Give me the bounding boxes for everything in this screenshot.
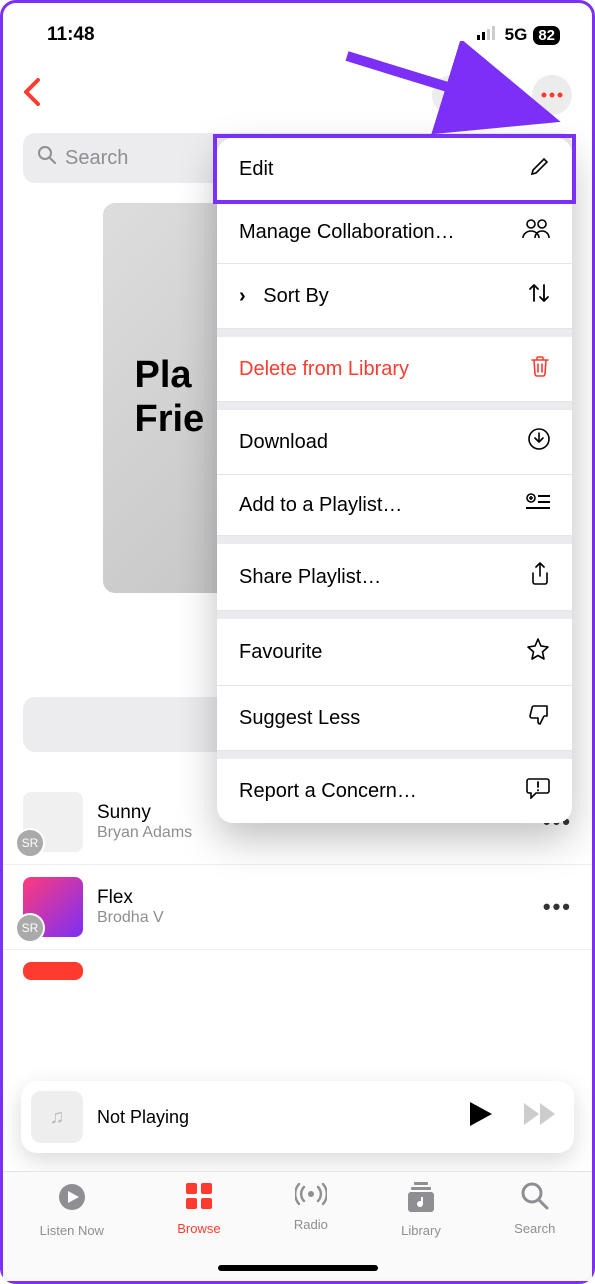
collaborators-button[interactable] (432, 75, 472, 115)
menu-delete-from-library[interactable]: Delete from Library (217, 337, 572, 402)
tab-radio[interactable]: Radio (294, 1182, 328, 1232)
battery-icon: 82 (533, 26, 560, 45)
sort-icon (528, 282, 550, 310)
now-playing-bar[interactable]: ♫ Not Playing (21, 1081, 574, 1153)
tab-listen-now[interactable]: Listen Now (40, 1182, 104, 1238)
tab-browse[interactable]: Browse (177, 1182, 220, 1236)
search-placeholder: Search (65, 147, 128, 170)
context-menu: Edit Manage Collaboration… › Sort By Del… (217, 138, 572, 823)
contributor-avatar: SR (15, 913, 45, 943)
tab-search[interactable]: Search (514, 1182, 555, 1236)
menu-share-playlist[interactable]: Share Playlist… (217, 544, 572, 611)
track-artist: Brodha V (97, 909, 529, 927)
search-icon (521, 1182, 549, 1217)
menu-report-concern[interactable]: Report a Concern… (217, 759, 572, 823)
search-icon (37, 145, 57, 171)
grid-icon (185, 1182, 213, 1217)
menu-manage-collaboration[interactable]: Manage Collaboration… (217, 201, 572, 264)
report-icon (526, 777, 550, 805)
home-indicator[interactable] (218, 1265, 378, 1271)
menu-add-to-playlist[interactable]: Add to a Playlist… (217, 475, 572, 536)
menu-sort-by[interactable]: › Sort By (217, 264, 572, 329)
menu-favourite[interactable]: Favourite (217, 619, 572, 686)
signal-icon (477, 25, 499, 45)
track-row[interactable]: SR Flex Brodha V ••• (3, 865, 592, 950)
pencil-icon (530, 156, 550, 182)
next-icon[interactable] (524, 1103, 556, 1132)
tab-library[interactable]: Library (401, 1182, 441, 1238)
play-icon[interactable] (470, 1102, 492, 1133)
network-label: 5G (505, 25, 528, 45)
menu-edit[interactable]: Edit (217, 138, 572, 201)
contributor-avatar: SR (15, 828, 45, 858)
add-to-list-icon (526, 493, 550, 517)
people-icon (522, 219, 550, 245)
status-bar: 11:48 5G 82 (3, 3, 592, 53)
library-icon (407, 1182, 435, 1219)
back-button[interactable] (23, 78, 41, 113)
track-artist: Bryan Adams (97, 824, 529, 842)
now-playing-label: Not Playing (97, 1107, 456, 1128)
share-icon (530, 562, 550, 592)
trash-icon (530, 355, 550, 383)
more-button[interactable] (532, 75, 572, 115)
clock: 11:48 (47, 24, 95, 46)
play-circle-icon (57, 1182, 87, 1219)
chevron-right-icon: › (239, 285, 246, 308)
radio-icon (295, 1182, 327, 1213)
star-icon (526, 637, 550, 667)
download-icon (528, 428, 550, 456)
track-more-button[interactable]: ••• (543, 894, 572, 920)
menu-download[interactable]: Download (217, 410, 572, 475)
menu-suggest-less[interactable]: Suggest Less (217, 686, 572, 751)
track-title: Flex (97, 887, 529, 909)
now-playing-artwork-icon: ♫ (31, 1091, 83, 1143)
add-button[interactable] (482, 75, 522, 115)
thumbs-down-icon (528, 704, 550, 732)
nav-bar (3, 53, 592, 125)
track-row[interactable] (3, 950, 592, 992)
